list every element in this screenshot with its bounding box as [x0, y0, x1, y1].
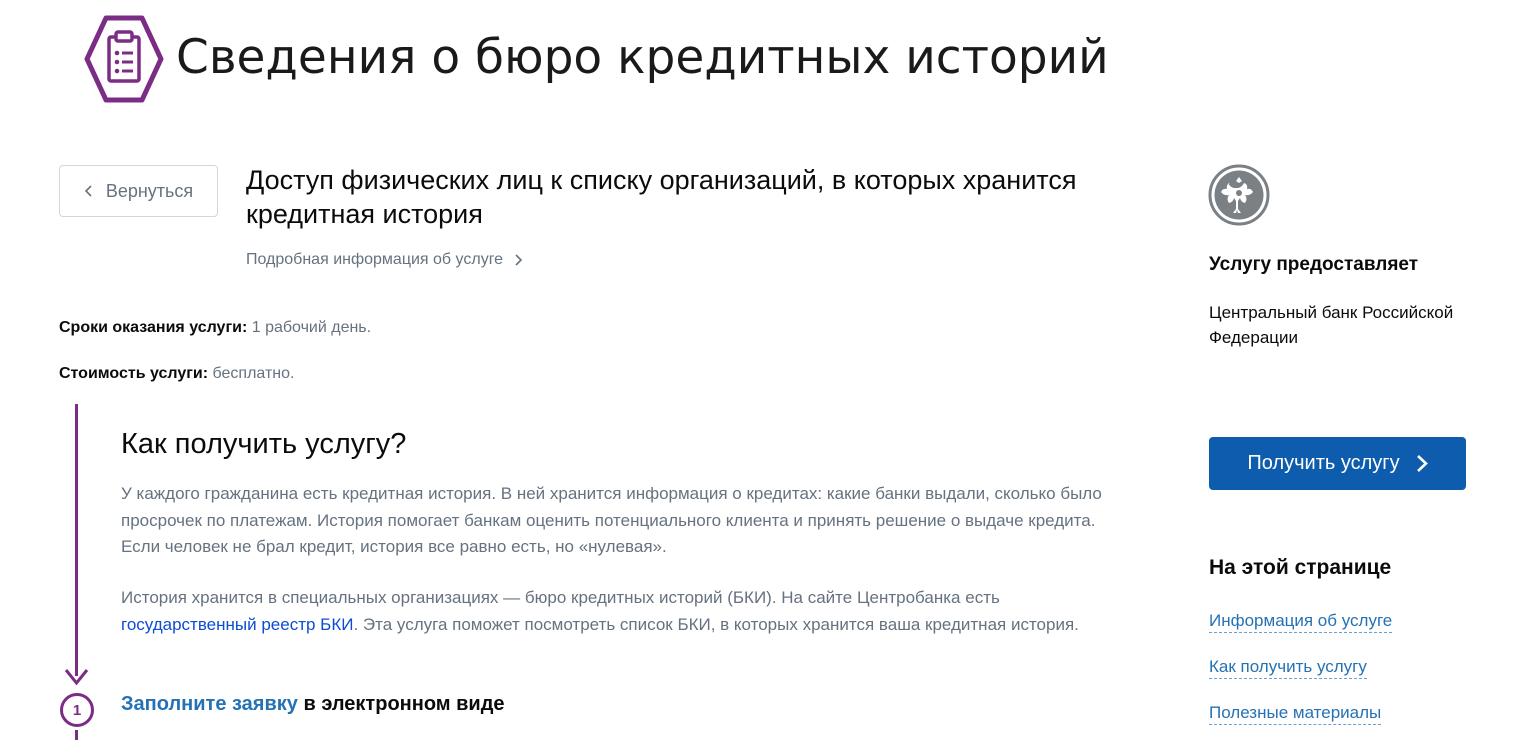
- service-details-label: Подробная информация об услуге: [246, 251, 504, 268]
- step-1-text: Заполните заявку в электронном виде: [121, 693, 505, 716]
- step-number-badge: 1: [60, 693, 94, 727]
- get-service-button-label: Получить услугу: [1247, 452, 1400, 474]
- clipboard-list-icon: [84, 15, 164, 103]
- service-term: Сроки оказания услуги: 1 рабочий день.: [59, 319, 371, 337]
- arrow-down-icon: [64, 669, 89, 686]
- service-cost-value: бесплатно.: [212, 365, 295, 382]
- get-service-button[interactable]: Получить услугу: [1209, 437, 1466, 490]
- timeline-line: [75, 404, 78, 676]
- service-term-value: 1 рабочий день.: [251, 319, 372, 336]
- back-button-label: Вернуться: [105, 180, 194, 201]
- back-button[interactable]: Вернуться: [59, 165, 218, 217]
- timeline-line-tail: [75, 730, 78, 740]
- how-to-paragraph-2: История хранится в специальных организац…: [121, 585, 1111, 638]
- toc-link-materials[interactable]: Полезные материалы: [1209, 703, 1382, 725]
- chevron-right-icon: [1416, 455, 1428, 472]
- bank-of-russia-emblem-icon: [1208, 164, 1270, 226]
- service-title: Доступ физических лиц к списку организац…: [246, 165, 1077, 229]
- how-to-heading: Как получить услугу?: [121, 428, 407, 460]
- paragraph-2-text-start: История хранится в специальных организац…: [121, 588, 1000, 607]
- paragraph-2-text-end: . Эта услуга поможет посмотреть список Б…: [353, 614, 1079, 634]
- step-1-rest: в электронном виде: [297, 693, 505, 715]
- page-title: Сведения о бюро кредитных историй: [176, 30, 1109, 85]
- service-details-link[interactable]: Подробная информация об услуге: [246, 251, 523, 269]
- chevron-left-icon: [84, 185, 92, 197]
- service-cost: Стоимость услуги: бесплатно.: [59, 365, 294, 383]
- toc-link-service-info[interactable]: Информация об услуге: [1209, 611, 1393, 633]
- service-term-label: Сроки оказания услуги:: [59, 319, 248, 336]
- toc-heading: На этой странице: [1209, 556, 1392, 579]
- provider-heading: Услугу предоставляет: [1209, 254, 1419, 275]
- fill-application-link[interactable]: Заполните заявку: [121, 693, 298, 715]
- how-to-paragraph-1: У каждого гражданина есть кредитная исто…: [121, 484, 1102, 556]
- provider-name: Центральный банк Российской Федерации: [1209, 303, 1454, 347]
- bki-registry-link[interactable]: государственный реестр БКИ: [121, 615, 353, 634]
- toc-link-how-to[interactable]: Как получить услугу: [1209, 657, 1367, 679]
- chevron-right-icon: [515, 254, 523, 266]
- service-cost-label: Стоимость услуги:: [59, 365, 209, 382]
